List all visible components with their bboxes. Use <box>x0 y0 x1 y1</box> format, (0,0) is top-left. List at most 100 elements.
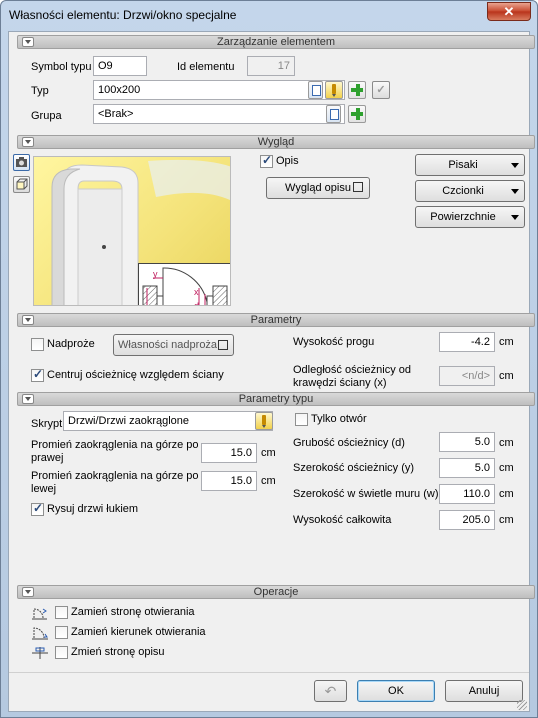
add-type-icon[interactable] <box>348 81 366 99</box>
centruj-label: Centruj ościeżnicę względem ściany <box>47 369 224 381</box>
edit-pencil-icon[interactable] <box>325 81 343 99</box>
footer-divider <box>9 672 529 673</box>
tylko-otwor-checkbox[interactable] <box>295 413 308 426</box>
dropdown-arrow-icon <box>511 189 519 194</box>
promien-prawej-label-line1: Promień zaokrąglenia na górze po <box>31 439 199 451</box>
grubosc-unit: cm <box>499 437 514 449</box>
cancel-button[interactable]: Anuluj <box>445 680 523 702</box>
nadproze-label: Nadproże <box>47 338 95 350</box>
grupa-dialog-icon[interactable] <box>326 105 341 123</box>
section-parametry-header[interactable]: Parametry <box>17 313 535 327</box>
wysokosc-progu-input[interactable]: -4.2 <box>439 332 495 352</box>
odleglosc-label-line2: krawędzi ściany (x) <box>293 377 387 389</box>
promien-lewej-label-line1: Promień zaokrąglenia na górze po <box>31 470 199 482</box>
resize-grip-icon[interactable] <box>517 700 527 710</box>
odleglosc-field: <n/d> <box>439 366 495 386</box>
section-zarzadzanie-header[interactable]: Zarządzanie elementem <box>17 35 535 49</box>
swap-description-side-icon <box>32 647 48 659</box>
szerokosc-swietle-unit: cm <box>499 488 514 500</box>
undo-button[interactable]: ↶ <box>314 680 347 702</box>
dialog-window: Własności elementu: Drzwi/okno specjalne… <box>0 0 538 718</box>
promien-lewej-label-line2: lewej <box>31 483 57 495</box>
close-button[interactable]: ✕ <box>487 2 531 21</box>
3d-view-icon[interactable] <box>13 176 30 193</box>
section-title: Wygląd <box>257 136 295 148</box>
skrypt-label: Skrypt <box>31 418 63 430</box>
title-bar[interactable]: Własności elementu: Drzwi/okno specjalne… <box>1 1 537 31</box>
id-elementu-label: Id elementu <box>177 61 235 73</box>
wysokosc-progu-label: Wysokość progu <box>293 336 375 348</box>
pisaki-dropdown[interactable]: Pisaki <box>415 154 525 176</box>
diagram-label-y: y <box>153 269 158 279</box>
rysuj-luk-checkbox[interactable] <box>31 501 44 516</box>
skrypt-select[interactable]: Drzwi/Drzwi zaokrąglone <box>63 411 273 431</box>
section-title: Parametry <box>250 314 302 326</box>
zmien-strone-opisu-checkbox[interactable] <box>55 646 68 659</box>
powierzchnie-dropdown[interactable]: Powierzchnie <box>415 206 525 228</box>
typ-label: Typ <box>31 85 49 97</box>
symbol-typu-label: Symbol typu <box>31 61 92 73</box>
powierzchnie-label: Powierzchnie <box>430 211 496 223</box>
section-parametry-typu-header[interactable]: Parametry typu <box>17 392 535 406</box>
dropdown-arrow-icon <box>511 215 519 220</box>
wysokosc-calkowita-input[interactable]: 205.0 <box>439 510 495 530</box>
centruj-checkbox[interactable] <box>31 367 44 382</box>
zamien-kierunek-otwierania-checkbox[interactable] <box>55 626 68 639</box>
grupa-label: Grupa <box>31 110 62 122</box>
szerokosc-unit: cm <box>499 462 514 474</box>
zamien-strone-otwierania-checkbox[interactable] <box>55 606 68 619</box>
wysokosc-calkowita-label: Wysokość całkowita <box>293 514 392 526</box>
section-title: Zarządzanie elementem <box>216 36 335 48</box>
door-preview: y x d w <box>33 156 231 306</box>
grubosc-input[interactable]: 5.0 <box>439 432 495 452</box>
czcionki-dropdown[interactable]: Czcionki <box>415 180 525 202</box>
diagram-label-x: x <box>194 287 199 297</box>
promien-lewej-unit: cm <box>261 475 276 487</box>
wysokosc-calkowita-unit: cm <box>499 514 514 526</box>
wyglad-opisu-label: Wygląd opisu <box>285 182 351 194</box>
opis-checkbox[interactable] <box>260 153 273 168</box>
promien-prawej-input[interactable]: 15.0 <box>201 443 257 463</box>
add-group-icon[interactable] <box>348 105 366 123</box>
rysuj-luk-label: Rysuj drzwi łukiem <box>47 503 139 515</box>
szerokosc-input[interactable]: 5.0 <box>439 458 495 478</box>
skrypt-edit-icon[interactable] <box>255 412 273 430</box>
wyglad-opisu-button[interactable]: Wygląd opisu <box>266 177 370 199</box>
pisaki-label: Pisaki <box>448 159 478 171</box>
confirm-check-icon: ✓ <box>372 81 390 99</box>
section-title: Operacje <box>253 586 299 598</box>
zmien-strone-opisu-label: Zmień stronę opisu <box>71 646 165 658</box>
dropdown-arrow-icon <box>511 163 519 168</box>
swap-opening-direction-icon <box>32 627 48 640</box>
section-title: Parametry typu <box>238 393 314 405</box>
grupa-select[interactable]: <Brak> <box>93 104 345 124</box>
section-wyglad-header[interactable]: Wygląd <box>17 135 535 149</box>
diagram-label-d: d <box>194 301 200 306</box>
tylko-otwor-label: Tylko otwór <box>311 413 367 425</box>
szerokosc-label: Szerokość ościeżnicy (y) <box>293 462 415 474</box>
ok-button[interactable]: OK <box>357 680 435 702</box>
zamien-strone-otwierania-label: Zamień stronę otwierania <box>71 606 195 618</box>
grupa-select-value: <Brak> <box>98 108 134 120</box>
promien-lewej-input[interactable]: 15.0 <box>201 471 257 491</box>
door-plan-diagram: y x d w <box>138 263 230 306</box>
grubosc-label: Grubość ościeżnicy (d) <box>293 437 405 449</box>
typ-dialog-icon[interactable] <box>308 81 323 99</box>
szerokosc-swietle-input[interactable]: 110.0 <box>439 484 495 504</box>
typ-select-value: 100x200 <box>98 84 141 96</box>
wlasnosci-nadproza-button[interactable]: Własności nadproża <box>113 334 234 356</box>
symbol-typu-input[interactable]: O9 <box>93 56 147 76</box>
odleglosc-unit: cm <box>499 370 514 382</box>
szerokosc-swietle-label: Szerokość w świetle muru (w) <box>293 488 439 500</box>
nadproze-checkbox[interactable] <box>31 338 44 351</box>
odleglosc-label-line1: Odległość ościeżnicy od <box>293 364 412 376</box>
camera-view-icon[interactable] <box>13 154 30 171</box>
czcionki-label: Czcionki <box>442 185 484 197</box>
open-dialog-icon <box>353 182 363 192</box>
section-operacje-header[interactable]: Operacje <box>17 585 535 599</box>
opis-label: Opis <box>276 155 299 167</box>
skrypt-select-value: Drzwi/Drzwi zaokrąglone <box>68 415 190 427</box>
wlasnosci-nadproza-label: Własności nadproża <box>118 339 218 351</box>
wysokosc-progu-unit: cm <box>499 336 514 348</box>
window-title: Własności elementu: Drzwi/okno specjalne <box>9 8 237 22</box>
